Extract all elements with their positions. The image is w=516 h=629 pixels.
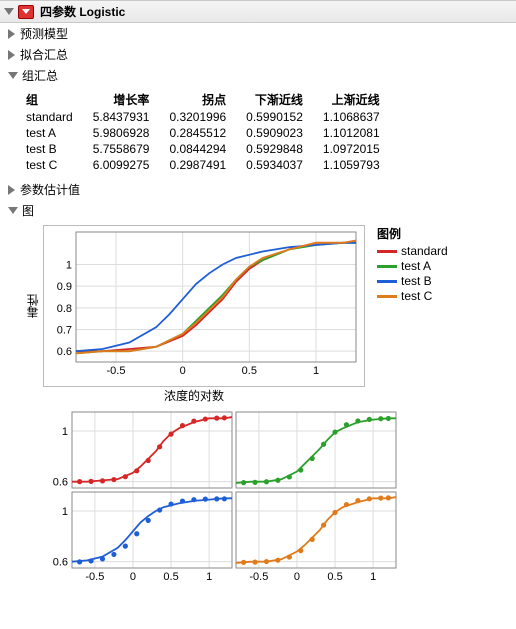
svg-text:1: 1: [62, 506, 68, 518]
svg-text:1: 1: [206, 571, 212, 580]
table-cell: 0.5990152: [236, 109, 313, 125]
table-cell: 6.0099275: [83, 157, 160, 173]
small-multiples-area: 0.6 1 -0.5 0 0.5 1 0.6 1 -0.5 0 0.5 1: [0, 404, 516, 593]
svg-text:1: 1: [66, 260, 72, 272]
menu-button-icon[interactable]: [18, 5, 34, 19]
svg-text:-0.5: -0.5: [85, 571, 104, 580]
section-label: 预测模型: [20, 25, 68, 42]
legend-item: test C: [377, 289, 448, 303]
table-cell: 0.5909023: [236, 125, 313, 141]
legend-swatch: [377, 295, 397, 298]
y-axis-label: 毒性: [24, 294, 41, 318]
svg-text:0.8: 0.8: [57, 303, 72, 315]
legend-swatch: [377, 265, 397, 268]
chart-row: 毒性 -0.5 0 0.5 1 0.6 0.7 0.8 0.9 1 浓度的对数 图例 stand…: [0, 221, 516, 404]
svg-text:0.6: 0.6: [57, 346, 72, 358]
table-cell: 1.0972015: [313, 141, 390, 157]
disclosure-closed-icon[interactable]: [8, 185, 15, 195]
table-cell: 1.1068637: [313, 109, 390, 125]
svg-text:0: 0: [294, 571, 300, 580]
disclosure-closed-icon[interactable]: [8, 50, 15, 60]
table-cell: 1.1012081: [313, 125, 390, 141]
disclosure-closed-icon[interactable]: [8, 29, 15, 39]
legend-label: standard: [401, 244, 448, 258]
col-growth: 增长率: [83, 90, 160, 109]
section-label: 拟合汇总: [20, 46, 68, 63]
table-row: test C6.00992750.29874910.59340371.10597…: [26, 157, 390, 173]
table-cell: 0.0844294: [159, 141, 236, 157]
table-cell: test B: [26, 141, 83, 157]
table-cell: test A: [26, 125, 83, 141]
svg-text:1: 1: [313, 365, 319, 377]
section-group-summary[interactable]: 组汇总: [0, 65, 516, 86]
col-inflec: 拐点: [159, 90, 236, 109]
legend-label: test A: [401, 259, 431, 273]
section-label: 参数估计值: [20, 181, 80, 198]
table-cell: standard: [26, 109, 83, 125]
svg-text:0.5: 0.5: [242, 365, 257, 377]
section-fit-summary[interactable]: 拟合汇总: [0, 44, 516, 65]
table-cell: 5.9806928: [83, 125, 160, 141]
table-cell: test C: [26, 157, 83, 173]
section-param-est[interactable]: 参数估计值: [0, 179, 516, 200]
section-chart[interactable]: 图: [0, 200, 516, 221]
table-row: standard5.84379310.32019960.59901521.106…: [26, 109, 390, 125]
col-lower: 下渐近线: [236, 90, 313, 109]
section-predict-model[interactable]: 预测模型: [0, 23, 516, 44]
legend-item: standard: [377, 244, 448, 258]
svg-text:-0.5: -0.5: [107, 365, 126, 377]
col-upper: 上渐近线: [313, 90, 390, 109]
legend-label: test C: [401, 289, 432, 303]
legend-label: test B: [401, 274, 432, 288]
legend-swatch: [377, 250, 397, 253]
section-label: 组汇总: [22, 67, 58, 84]
table-cell: 0.5934037: [236, 157, 313, 173]
svg-text:1: 1: [62, 426, 68, 438]
disclosure-open-icon[interactable]: [4, 8, 14, 15]
svg-text:0.9: 0.9: [57, 281, 72, 293]
disclosure-open-icon[interactable]: [8, 207, 18, 214]
svg-text:0.7: 0.7: [57, 325, 72, 337]
svg-text:0: 0: [130, 571, 136, 580]
svg-text:0.5: 0.5: [327, 571, 342, 580]
legend-title: 图例: [377, 225, 448, 242]
table-cell: 5.8437931: [83, 109, 160, 125]
legend-item: test A: [377, 259, 448, 273]
table-cell: 0.3201996: [159, 109, 236, 125]
main-title: 四参数 Logistic: [40, 3, 125, 20]
svg-text:1: 1: [370, 571, 376, 580]
small-multiples-chart: 0.6 1 -0.5 0 0.5 1 0.6 1 -0.5 0 0.5 1: [46, 410, 406, 580]
section-header-main[interactable]: 四参数 Logistic: [0, 0, 516, 23]
group-summary-table: 组 增长率 拐点 下渐近线 上渐近线 standard5.84379310.32…: [26, 90, 390, 173]
table-cell: 1.1059793: [313, 157, 390, 173]
table-cell: 5.7558679: [83, 141, 160, 157]
legend-swatch: [377, 280, 397, 283]
col-group: 组: [26, 90, 83, 109]
svg-text:-0.5: -0.5: [249, 571, 268, 580]
svg-text:0.5: 0.5: [163, 571, 178, 580]
table-header-row: 组 增长率 拐点 下渐近线 上渐近线: [26, 90, 390, 109]
svg-text:0: 0: [180, 365, 186, 377]
table-row: test B5.75586790.08442940.59298481.09720…: [26, 141, 390, 157]
svg-text:0.6: 0.6: [53, 557, 68, 569]
main-chart: -0.5 0 0.5 1 0.6 0.7 0.8 0.9 1: [43, 225, 365, 387]
legend: 图例 standardtest Atest Btest C: [377, 225, 448, 304]
svg-text:0.6: 0.6: [53, 477, 68, 489]
table-cell: 0.2845512: [159, 125, 236, 141]
legend-item: test B: [377, 274, 448, 288]
x-axis-label: 浓度的对数: [24, 387, 364, 404]
table-cell: 0.5929848: [236, 141, 313, 157]
disclosure-open-icon[interactable]: [8, 72, 18, 79]
section-label: 图: [22, 202, 34, 219]
table-row: test A5.98069280.28455120.59090231.10120…: [26, 125, 390, 141]
table-cell: 0.2987491: [159, 157, 236, 173]
